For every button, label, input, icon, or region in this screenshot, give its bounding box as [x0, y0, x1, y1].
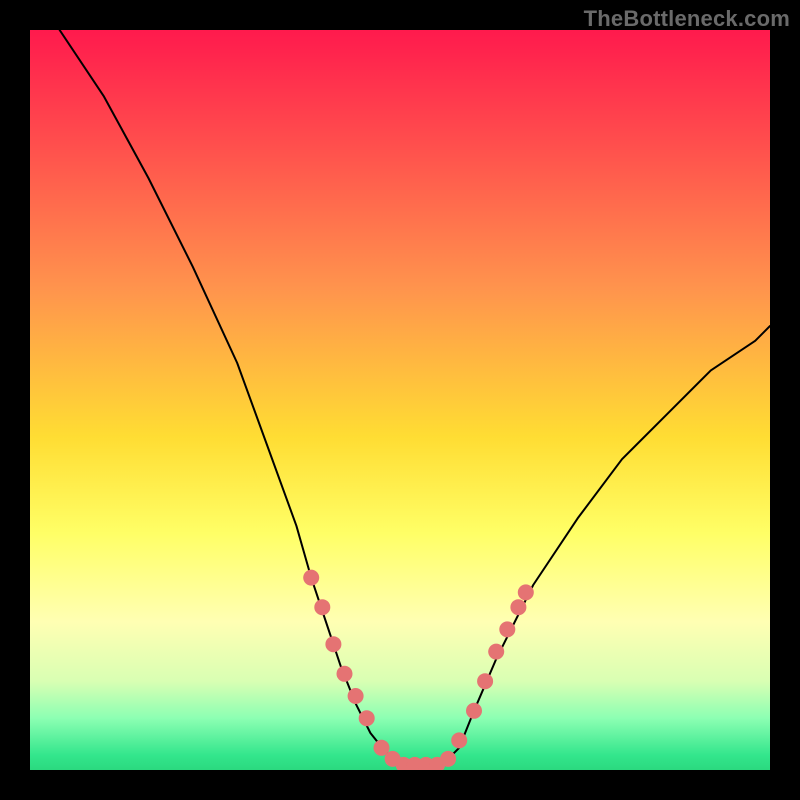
marker-point — [337, 666, 353, 682]
watermark-label: TheBottleneck.com — [584, 6, 790, 32]
marker-point — [466, 703, 482, 719]
chart-svg — [30, 30, 770, 770]
marker-point — [451, 732, 467, 748]
series-bottleneck-curve — [60, 30, 770, 766]
marker-point — [488, 644, 504, 660]
marker-point — [440, 751, 456, 767]
plot-area — [30, 30, 770, 770]
marker-point — [303, 570, 319, 586]
marker-point — [518, 584, 534, 600]
curve-path-group — [60, 30, 770, 766]
marker-point — [510, 599, 526, 615]
marker-point — [359, 710, 375, 726]
marker-point — [348, 688, 364, 704]
marker-point — [499, 621, 515, 637]
markers-group — [303, 570, 534, 770]
marker-point — [325, 636, 341, 652]
marker-point — [314, 599, 330, 615]
marker-point — [477, 673, 493, 689]
chart-frame: TheBottleneck.com — [0, 0, 800, 800]
